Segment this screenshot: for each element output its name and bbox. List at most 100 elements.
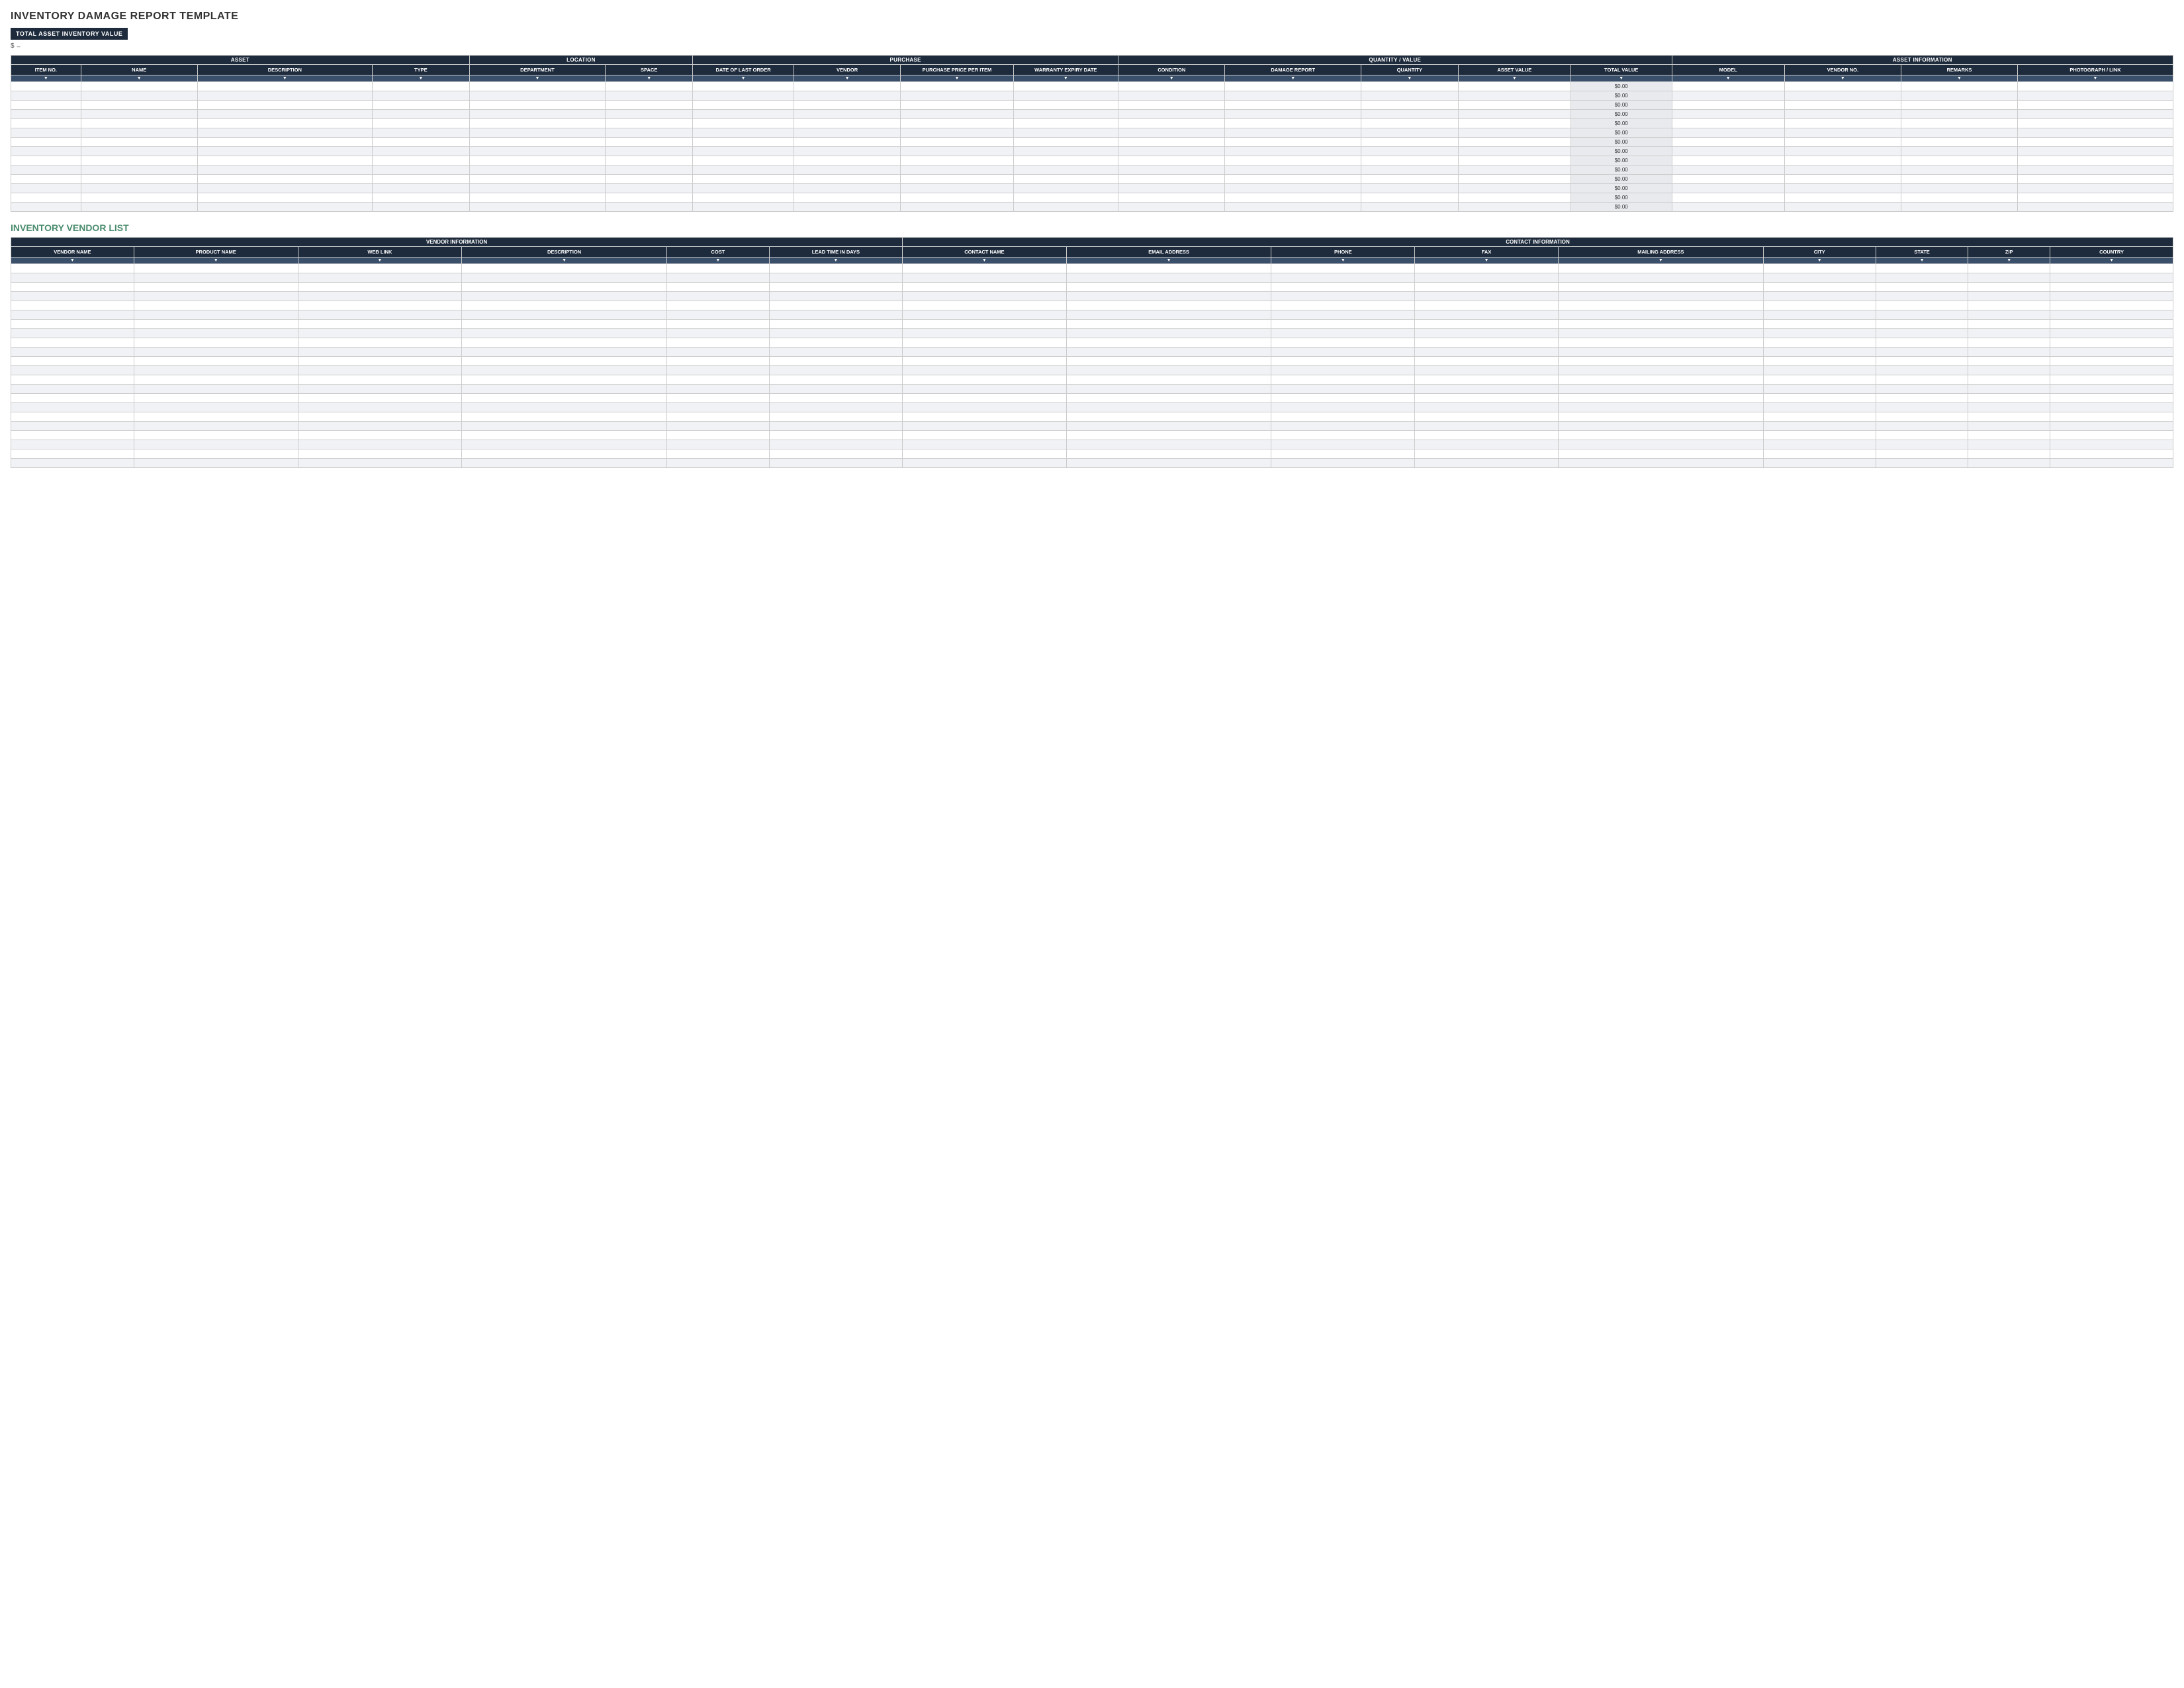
damage-cell-13[interactable] bbox=[1458, 175, 1570, 184]
vendor-cell-8[interactable] bbox=[1271, 329, 1415, 338]
vendor-cell-13[interactable] bbox=[1968, 366, 2050, 375]
damage-cell-1[interactable] bbox=[81, 203, 197, 212]
damage-cell-14[interactable]: $0.00 bbox=[1570, 156, 1672, 165]
damage-cell-13[interactable] bbox=[1458, 82, 1570, 91]
vendor-cell-3[interactable] bbox=[462, 338, 667, 348]
damage-cell-8[interactable] bbox=[901, 165, 1013, 175]
damage-cell-8[interactable] bbox=[901, 184, 1013, 193]
vendor-cell-6[interactable] bbox=[903, 310, 1067, 320]
vendor-cell-3[interactable] bbox=[462, 264, 667, 273]
damage-cell-9[interactable] bbox=[1013, 128, 1118, 138]
vendor-cell-7[interactable] bbox=[1066, 338, 1271, 348]
vendor-cell-4[interactable] bbox=[666, 301, 769, 310]
dropdown-description[interactable]: ▼ bbox=[197, 75, 372, 82]
vendor-cell-0[interactable] bbox=[11, 292, 134, 301]
vendor-cell-2[interactable] bbox=[298, 431, 462, 440]
vendor-cell-9[interactable] bbox=[1415, 310, 1559, 320]
vendor-cell-1[interactable] bbox=[134, 422, 298, 431]
vendor-cell-9[interactable] bbox=[1415, 449, 1559, 459]
damage-cell-7[interactable] bbox=[794, 193, 900, 203]
vendor-cell-10[interactable] bbox=[1558, 440, 1763, 449]
damage-cell-3[interactable] bbox=[372, 101, 469, 110]
vendor-cell-4[interactable] bbox=[666, 375, 769, 385]
vendor-cell-7[interactable] bbox=[1066, 385, 1271, 394]
vendor-cell-3[interactable] bbox=[462, 459, 667, 468]
vendor-cell-10[interactable] bbox=[1558, 403, 1763, 412]
dropdown-department[interactable]: ▼ bbox=[469, 75, 605, 82]
vendor-cell-9[interactable] bbox=[1415, 283, 1559, 292]
damage-cell-16[interactable] bbox=[1784, 119, 1901, 128]
vendor-cell-10[interactable] bbox=[1558, 412, 1763, 422]
vendor-cell-8[interactable] bbox=[1271, 301, 1415, 310]
damage-cell-11[interactable] bbox=[1225, 156, 1361, 165]
vendor-cell-7[interactable] bbox=[1066, 348, 1271, 357]
vendor-cell-12[interactable] bbox=[1876, 459, 1968, 468]
dropdown-photo[interactable]: ▼ bbox=[2018, 75, 2173, 82]
damage-cell-13[interactable] bbox=[1458, 203, 1570, 212]
vendor-cell-4[interactable] bbox=[666, 329, 769, 338]
vendor-cell-11[interactable] bbox=[1763, 440, 1876, 449]
damage-cell-15[interactable] bbox=[1672, 119, 1784, 128]
damage-cell-11[interactable] bbox=[1225, 91, 1361, 101]
vendor-cell-0[interactable] bbox=[11, 431, 134, 440]
damage-cell-6[interactable] bbox=[693, 184, 794, 193]
vendor-cell-0[interactable] bbox=[11, 394, 134, 403]
vendor-cell-8[interactable] bbox=[1271, 449, 1415, 459]
vendor-cell-12[interactable] bbox=[1876, 394, 1968, 403]
vendor-cell-13[interactable] bbox=[1968, 440, 2050, 449]
vendor-cell-2[interactable] bbox=[298, 283, 462, 292]
vendor-cell-2[interactable] bbox=[298, 357, 462, 366]
damage-table-row[interactable]: $0.00 bbox=[11, 128, 2173, 138]
damage-cell-6[interactable] bbox=[693, 128, 794, 138]
vendor-cell-12[interactable] bbox=[1876, 357, 1968, 366]
vendor-cell-1[interactable] bbox=[134, 320, 298, 329]
damage-table-row[interactable]: $0.00 bbox=[11, 91, 2173, 101]
vendor-cell-9[interactable] bbox=[1415, 320, 1559, 329]
vendor-cell-10[interactable] bbox=[1558, 320, 1763, 329]
damage-cell-9[interactable] bbox=[1013, 156, 1118, 165]
vendor-cell-3[interactable] bbox=[462, 422, 667, 431]
vendor-cell-11[interactable] bbox=[1763, 273, 1876, 283]
vendor-cell-5[interactable] bbox=[769, 283, 902, 292]
damage-cell-4[interactable] bbox=[469, 184, 605, 193]
dropdown-total-value[interactable]: ▼ bbox=[1570, 75, 1672, 82]
damage-cell-7[interactable] bbox=[794, 184, 900, 193]
damage-cell-4[interactable] bbox=[469, 91, 605, 101]
vendor-cell-3[interactable] bbox=[462, 357, 667, 366]
vendor-cell-4[interactable] bbox=[666, 292, 769, 301]
vendor-cell-11[interactable] bbox=[1763, 375, 1876, 385]
dropdown-space[interactable]: ▼ bbox=[606, 75, 693, 82]
vendor-cell-1[interactable] bbox=[134, 403, 298, 412]
damage-cell-16[interactable] bbox=[1784, 147, 1901, 156]
vendor-cell-9[interactable] bbox=[1415, 412, 1559, 422]
vendor-cell-11[interactable] bbox=[1763, 264, 1876, 273]
damage-cell-10[interactable] bbox=[1118, 82, 1225, 91]
vendor-cell-5[interactable] bbox=[769, 366, 902, 375]
vendor-cell-2[interactable] bbox=[298, 320, 462, 329]
damage-cell-0[interactable] bbox=[11, 82, 81, 91]
damage-cell-16[interactable] bbox=[1784, 184, 1901, 193]
damage-cell-12[interactable] bbox=[1361, 147, 1458, 156]
dropdown-date[interactable]: ▼ bbox=[693, 75, 794, 82]
vendor-cell-9[interactable] bbox=[1415, 329, 1559, 338]
vendor-cell-0[interactable] bbox=[11, 385, 134, 394]
vendor-cell-6[interactable] bbox=[903, 431, 1067, 440]
damage-cell-16[interactable] bbox=[1784, 175, 1901, 184]
damage-cell-5[interactable] bbox=[606, 110, 693, 119]
vendor-cell-12[interactable] bbox=[1876, 264, 1968, 273]
damage-cell-0[interactable] bbox=[11, 101, 81, 110]
vendor-cell-12[interactable] bbox=[1876, 403, 1968, 412]
vendor-cell-10[interactable] bbox=[1558, 310, 1763, 320]
vendor-cell-3[interactable] bbox=[462, 366, 667, 375]
vendor-cell-2[interactable] bbox=[298, 459, 462, 468]
damage-cell-18[interactable] bbox=[2018, 184, 2173, 193]
vendor-cell-1[interactable] bbox=[134, 375, 298, 385]
damage-cell-5[interactable] bbox=[606, 91, 693, 101]
vendor-cell-11[interactable] bbox=[1763, 366, 1876, 375]
vendor-dropdown-city[interactable]: ▼ bbox=[1763, 258, 1876, 264]
damage-cell-16[interactable] bbox=[1784, 156, 1901, 165]
vendor-cell-0[interactable] bbox=[11, 357, 134, 366]
vendor-cell-1[interactable] bbox=[134, 273, 298, 283]
vendor-cell-10[interactable] bbox=[1558, 329, 1763, 338]
vendor-cell-4[interactable] bbox=[666, 412, 769, 422]
